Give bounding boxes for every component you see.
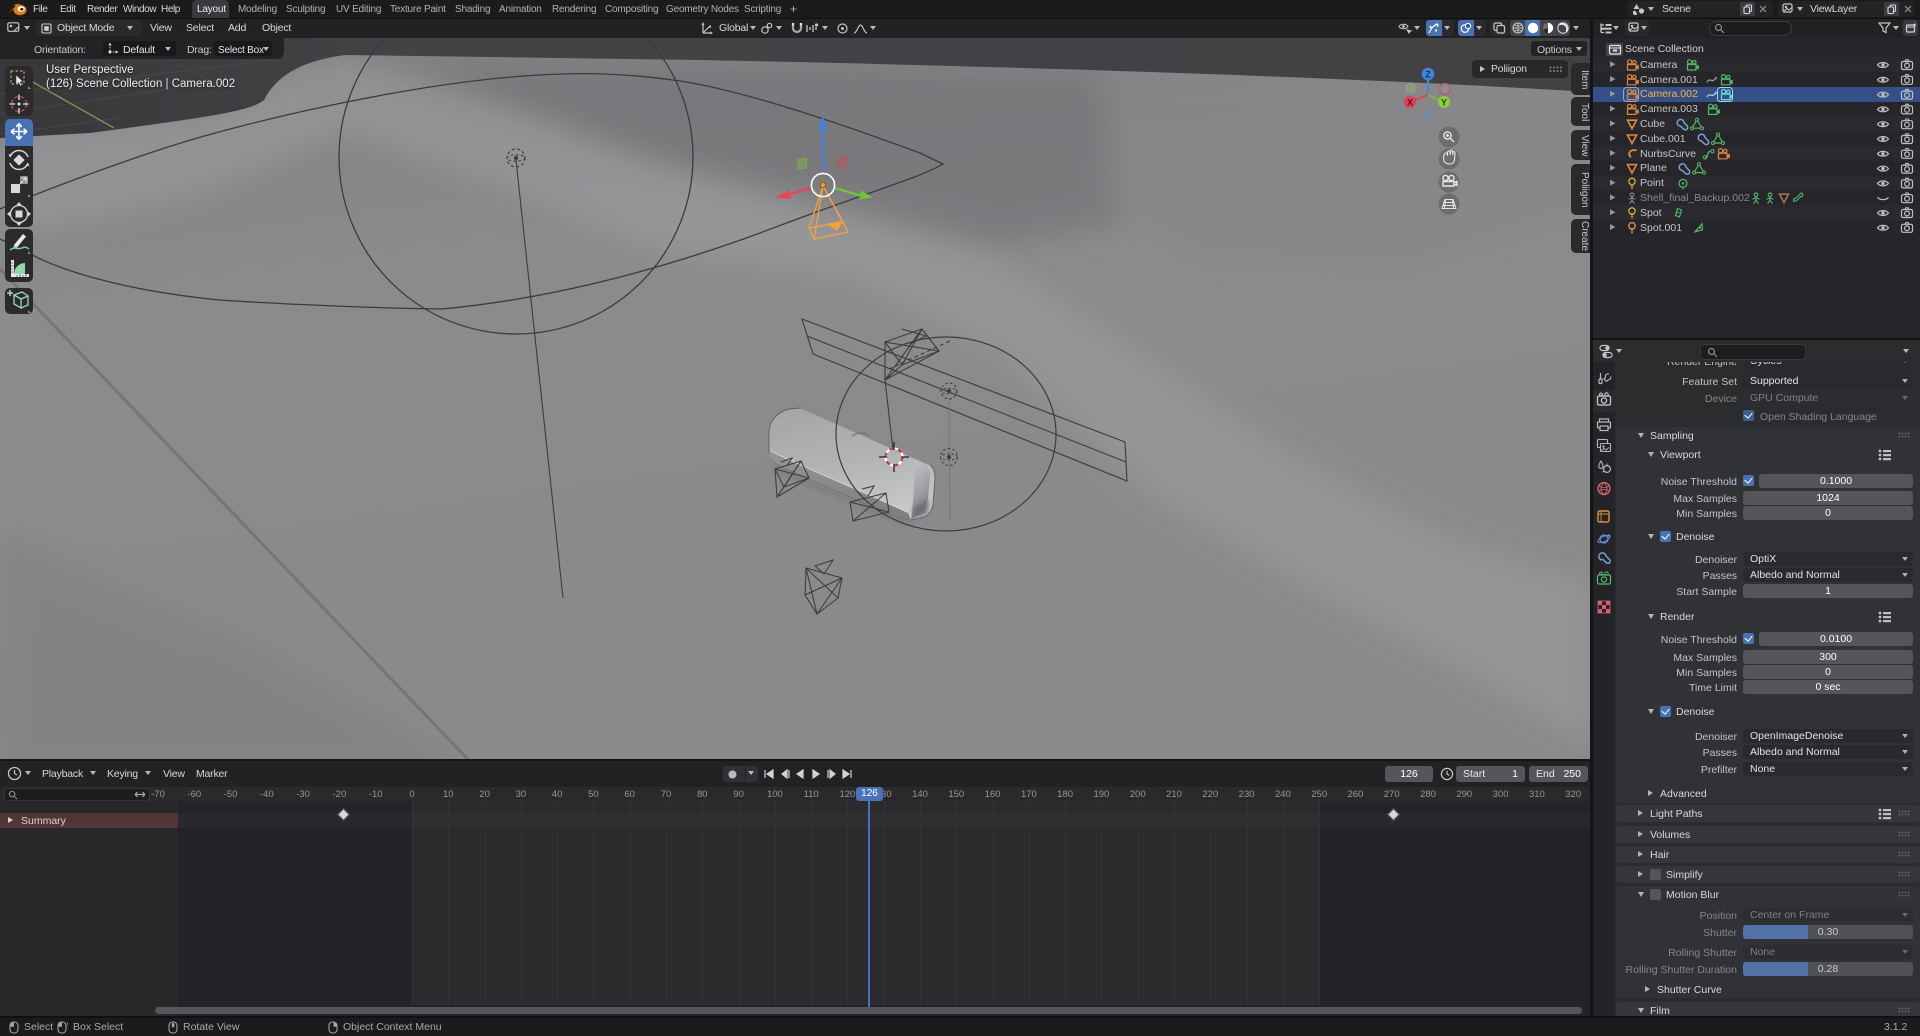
svg-text:X: X bbox=[1407, 98, 1413, 108]
svg-text:Y: Y bbox=[1441, 98, 1447, 108]
svg-text:Z: Z bbox=[1425, 70, 1431, 80]
